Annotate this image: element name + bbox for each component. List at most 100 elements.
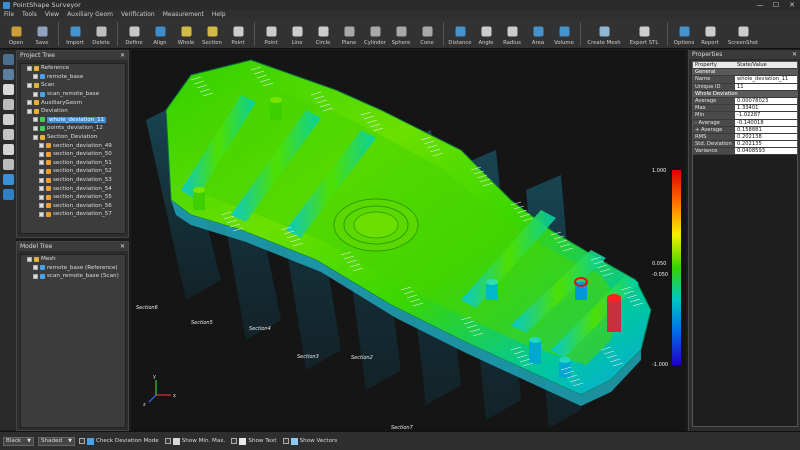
- toolbar-distance-button[interactable]: Distance: [447, 20, 473, 48]
- deviation-map-canvas[interactable]: x y z: [131, 50, 686, 431]
- project-tree-item[interactable]: section_deviation_56: [21, 202, 125, 211]
- toolbar-whole-button[interactable]: Whole: [173, 20, 199, 48]
- project-tree-close-icon[interactable]: ✕: [120, 51, 125, 60]
- project-tree-item[interactable]: points_deviation_12: [21, 124, 125, 133]
- toolbar-circle-button[interactable]: Circle: [310, 20, 336, 48]
- visibility-checkbox[interactable]: [39, 177, 44, 183]
- toolbar-sphere-button[interactable]: Sphere: [388, 20, 414, 48]
- toolbar-open-button[interactable]: Open: [3, 20, 29, 48]
- close-button[interactable]: ✕: [784, 0, 800, 10]
- visibility-checkbox[interactable]: [39, 168, 44, 174]
- visibility-checkbox[interactable]: [33, 74, 38, 80]
- project-tree-item[interactable]: Reference: [21, 64, 125, 73]
- toolbar-define-button[interactable]: Define: [121, 20, 147, 48]
- project-tree-item[interactable]: scan_remote_base: [21, 90, 125, 99]
- project-tree-item[interactable]: Scan: [21, 81, 125, 90]
- project-tree-item[interactable]: section_deviation_52: [21, 167, 125, 176]
- toolbar-cylinder-button[interactable]: Cylinder: [362, 20, 388, 48]
- render-mode-select[interactable]: Shaded ▼: [38, 436, 75, 446]
- menu-measurement[interactable]: Measurement: [163, 11, 204, 18]
- view-fit-icon[interactable]: [2, 54, 14, 65]
- minimize-button[interactable]: —: [752, 0, 768, 10]
- view-front-icon[interactable]: [2, 84, 14, 95]
- visibility-checkbox[interactable]: [39, 194, 44, 200]
- show-vectors-toggle[interactable]: Show Vectors: [282, 437, 337, 445]
- visibility-checkbox[interactable]: [27, 100, 32, 106]
- toolbar-create-mesh-button[interactable]: Create Mesh: [584, 20, 624, 48]
- toolbar-plane-button[interactable]: Plane: [336, 20, 362, 48]
- visibility-checkbox[interactable]: [33, 134, 38, 140]
- toolbar-screenshot-button[interactable]: ScreenShot: [723, 20, 763, 48]
- visibility-checkbox[interactable]: [33, 273, 38, 279]
- menu-help[interactable]: Help: [212, 11, 226, 18]
- toolbar-options-button[interactable]: Options: [671, 20, 697, 48]
- project-tree-item[interactable]: section_deviation_50: [21, 150, 125, 159]
- visibility-checkbox[interactable]: [27, 108, 32, 114]
- visibility-checkbox[interactable]: [39, 160, 44, 166]
- toolbar-angle-button[interactable]: Angle: [473, 20, 499, 48]
- display-mode-value: Black: [6, 438, 22, 444]
- toolbar-align-button[interactable]: Align: [147, 20, 173, 48]
- maximize-button[interactable]: ☐: [768, 0, 784, 10]
- project-tree-item[interactable]: remote_base: [21, 73, 125, 82]
- visibility-checkbox[interactable]: [33, 91, 38, 97]
- menu-auxiliary-geom[interactable]: Auxiliary Geom: [67, 11, 113, 18]
- project-tree-item[interactable]: section_deviation_57: [21, 210, 125, 219]
- toolbar-area-button[interactable]: Area: [525, 20, 551, 48]
- view-rotate-icon[interactable]: [2, 69, 14, 80]
- visibility-checkbox[interactable]: [27, 256, 32, 262]
- project-tree-item[interactable]: section_deviation_51: [21, 159, 125, 168]
- project-tree-item[interactable]: section_deviation_49: [21, 141, 125, 150]
- toolbar-save-button[interactable]: Save: [29, 20, 55, 48]
- toolbar-cone-button[interactable]: Cone: [414, 20, 440, 48]
- visibility-checkbox[interactable]: [39, 186, 44, 192]
- visibility-checkbox[interactable]: [39, 151, 44, 157]
- toolbar-line-button[interactable]: Line: [284, 20, 310, 48]
- visibility-checkbox[interactable]: [27, 82, 32, 88]
- properties-close-icon[interactable]: ✕: [792, 50, 797, 59]
- display-mode-select[interactable]: Black ▼: [3, 436, 34, 446]
- toolbar-report-button[interactable]: Report: [697, 20, 723, 48]
- toolbar-delete-button[interactable]: Delete: [88, 20, 114, 48]
- toolbar-import-button[interactable]: Import: [62, 20, 88, 48]
- toolbar-point-button[interactable]: Point: [225, 20, 251, 48]
- visibility-checkbox[interactable]: [33, 265, 38, 271]
- menu-tools[interactable]: Tools: [22, 11, 37, 18]
- project-tree-item[interactable]: whole_deviation_11: [21, 116, 125, 125]
- model-tree-item[interactable]: remote_base (Reference): [21, 264, 125, 273]
- view-right-icon[interactable]: [2, 129, 14, 140]
- toolbar-radius-button[interactable]: Radius: [499, 20, 525, 48]
- toolbar-export-stl-button[interactable]: Export STL: [624, 20, 664, 48]
- toolbar-point-button[interactable]: Point: [258, 20, 284, 48]
- visibility-checkbox[interactable]: [39, 211, 44, 217]
- project-tree-item[interactable]: section_deviation_53: [21, 176, 125, 185]
- view-top-icon[interactable]: [2, 144, 14, 155]
- project-tree-item[interactable]: Deviation: [21, 107, 125, 116]
- project-tree-item[interactable]: section_deviation_54: [21, 184, 125, 193]
- toolbar-volume-button[interactable]: Volume: [551, 20, 577, 48]
- visibility-checkbox[interactable]: [39, 203, 44, 209]
- toolbar-section-button[interactable]: Section: [199, 20, 225, 48]
- view-left-icon[interactable]: [2, 114, 14, 125]
- check-deviation-toggle[interactable]: Check Deviation Mode: [78, 437, 159, 445]
- visibility-checkbox[interactable]: [27, 65, 32, 71]
- project-tree-item[interactable]: section_deviation_55: [21, 193, 125, 202]
- model-tree-item[interactable]: Mesh: [21, 255, 125, 264]
- menu-view[interactable]: View: [45, 11, 59, 18]
- visibility-checkbox[interactable]: [33, 125, 38, 131]
- project-tree-item[interactable]: Section_Deviation: [21, 133, 125, 142]
- view-back-icon[interactable]: [2, 99, 14, 110]
- project-tree-item[interactable]: AuxiliaryGeom: [21, 98, 125, 107]
- view-iso-icon[interactable]: [2, 174, 14, 185]
- view-iso2-icon[interactable]: [2, 189, 14, 200]
- model-tree-close-icon[interactable]: ✕: [120, 242, 125, 251]
- view-bottom-icon[interactable]: [2, 159, 14, 170]
- menu-file[interactable]: File: [4, 11, 14, 18]
- 3d-viewport[interactable]: x y z Section6 Section5 Section4 Section…: [131, 50, 686, 431]
- model-tree-item[interactable]: scan_remote_base (Scan): [21, 272, 125, 281]
- show-min-max-toggle[interactable]: Show Min. Max.: [164, 437, 225, 445]
- menu-verification[interactable]: Verification: [121, 11, 155, 18]
- show-text-toggle[interactable]: Show Text: [231, 437, 277, 445]
- visibility-checkbox[interactable]: [39, 143, 44, 149]
- visibility-checkbox[interactable]: [33, 117, 38, 123]
